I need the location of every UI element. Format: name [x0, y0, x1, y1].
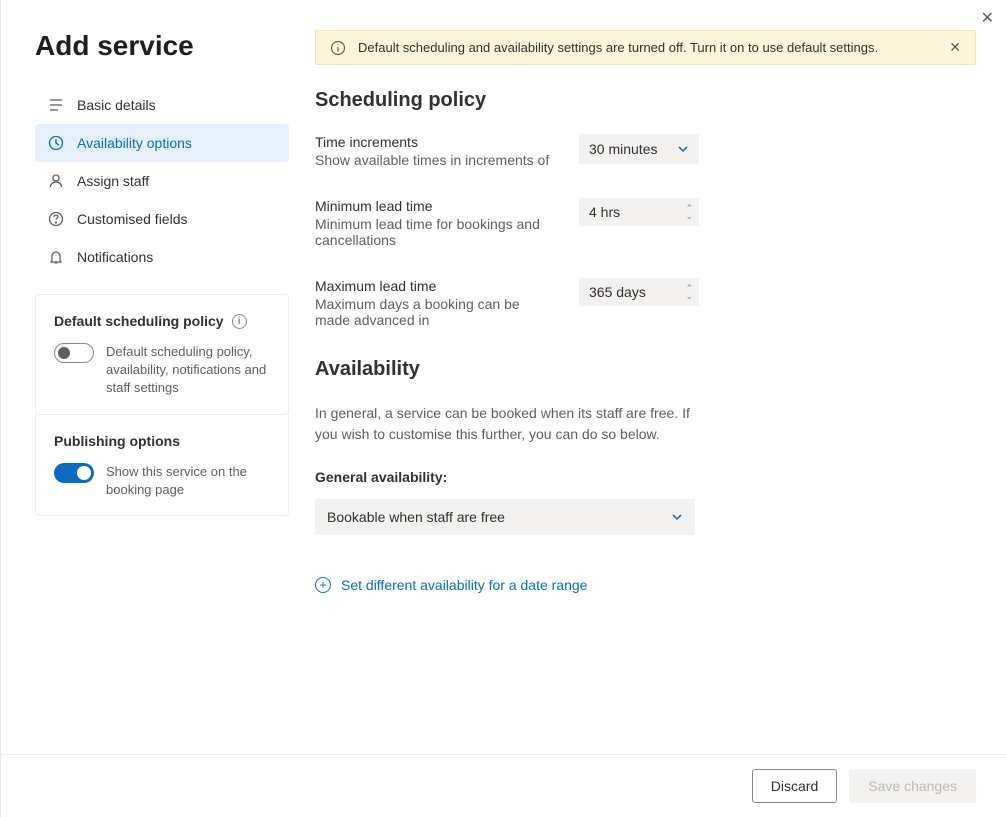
min-lead-label: Minimum lead time — [315, 198, 555, 214]
default-scheduling-policy-card: Default scheduling policy i Default sche… — [35, 294, 289, 415]
nav-availability-options[interactable]: Availability options — [35, 124, 289, 162]
card-title: Default scheduling policy — [54, 313, 224, 329]
max-lead-sub: Maximum days a booking can be made advan… — [315, 296, 555, 328]
link-text: Set different availability for a date ra… — [341, 577, 587, 593]
publishing-options-card: Publishing options Show this service on … — [35, 415, 289, 516]
chevron-down-icon — [677, 143, 689, 155]
default-policy-desc: Default scheduling policy, availability,… — [106, 343, 270, 398]
spinner-value: 365 days — [589, 284, 646, 300]
spinner-value: 4 hrs — [589, 204, 620, 220]
nav-label: Availability options — [77, 135, 192, 151]
publishing-toggle[interactable] — [54, 463, 94, 483]
time-increments-sub: Show available times in increments of — [315, 152, 555, 168]
general-availability-label: General availability: — [315, 469, 976, 485]
availability-desc: In general, a service can be booked when… — [315, 403, 695, 445]
list-icon — [47, 96, 65, 114]
select-value: 30 minutes — [589, 141, 657, 157]
plus-circle-icon: + — [315, 577, 331, 593]
dialog-close-icon[interactable]: ✕ — [981, 8, 994, 28]
person-icon — [47, 172, 65, 190]
nav-assign-staff[interactable]: Assign staff — [35, 162, 289, 200]
select-value: Bookable when staff are free — [327, 509, 505, 525]
discard-button[interactable]: Discard — [752, 769, 837, 803]
footer: Discard Save changes — [1, 754, 1006, 817]
info-icon[interactable]: i — [232, 314, 247, 329]
time-increments-label: Time increments — [315, 134, 555, 150]
set-date-range-link[interactable]: + Set different availability for a date … — [315, 577, 976, 593]
nav-label: Notifications — [77, 249, 153, 265]
max-lead-spinner[interactable]: 365 days ⌃ ⌄ — [579, 278, 699, 306]
max-lead-label: Maximum lead time — [315, 278, 555, 294]
publishing-desc: Show this service on the booking page — [106, 463, 270, 499]
nav-label: Customised fields — [77, 211, 188, 227]
warning-banner: Default scheduling and availability sett… — [315, 30, 976, 65]
bell-icon — [47, 248, 65, 266]
spinner-down-icon[interactable]: ⌄ — [685, 212, 693, 220]
question-icon — [47, 210, 65, 228]
scheduling-policy-heading: Scheduling policy — [315, 89, 976, 112]
time-increments-select[interactable]: 30 minutes — [579, 134, 699, 164]
banner-close-icon[interactable]: ✕ — [949, 39, 961, 56]
chevron-down-icon — [671, 511, 683, 523]
clock-icon — [47, 134, 65, 152]
nav-label: Basic details — [77, 97, 156, 113]
card-title: Publishing options — [54, 433, 180, 449]
nav-basic-details[interactable]: Basic details — [35, 86, 289, 124]
spinner-down-icon[interactable]: ⌄ — [685, 292, 693, 300]
nav-label: Assign staff — [77, 173, 149, 189]
default-policy-toggle[interactable] — [54, 343, 94, 363]
min-lead-sub: Minimum lead time for bookings and cance… — [315, 216, 555, 248]
page-title: Add service — [35, 30, 289, 62]
nav-customised-fields[interactable]: Customised fields — [35, 200, 289, 238]
availability-heading: Availability — [315, 358, 976, 381]
general-availability-select[interactable]: Bookable when staff are free — [315, 499, 695, 535]
nav-notifications[interactable]: Notifications — [35, 238, 289, 276]
info-icon — [330, 40, 346, 56]
banner-text: Default scheduling and availability sett… — [358, 40, 937, 55]
min-lead-spinner[interactable]: 4 hrs ⌃ ⌄ — [579, 198, 699, 226]
save-changes-button: Save changes — [849, 769, 976, 803]
